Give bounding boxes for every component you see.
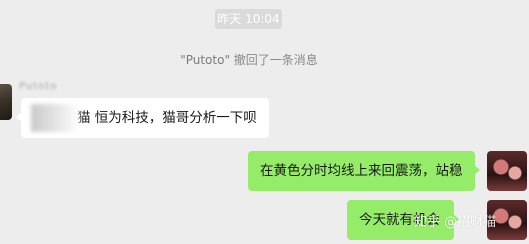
redacted-text-blur (31, 104, 79, 132)
sender-avatar[interactable] (0, 84, 12, 120)
message-bubble-incoming[interactable]: 猫 恒为科技，猫哥分析一下呗 (16, 98, 269, 138)
recall-sender-name[interactable]: "Putoto" (180, 53, 230, 67)
watermark: 知乎 @招财猫 (414, 215, 497, 230)
message-text: 猫 恒为科技，猫哥分析一下呗 (77, 110, 257, 126)
recall-text: 撤回了一条消息 (229, 53, 318, 67)
message-bubble-outgoing[interactable]: 在黄色分时均线上来回震荡，站稳 (248, 151, 479, 191)
message-text: 在黄色分时均线上来回震荡，站稳 (260, 163, 463, 179)
timestamp-badge: 昨天 10:04 (215, 9, 282, 29)
sender-name: Putoto (19, 81, 58, 92)
self-avatar[interactable] (487, 151, 527, 191)
recall-notice: "Putoto" 撤回了一条消息 (0, 51, 498, 68)
